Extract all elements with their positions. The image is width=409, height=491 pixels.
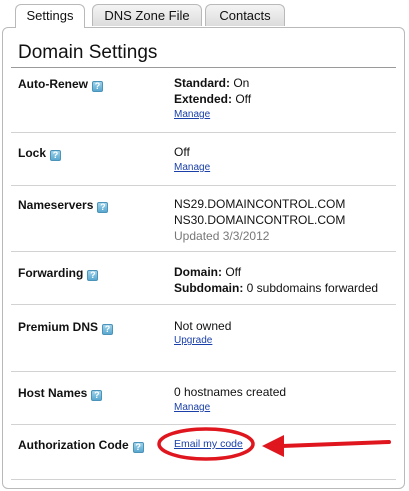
help-icon[interactable]: ? — [132, 442, 144, 453]
help-icon[interactable]: ? — [91, 390, 103, 401]
auto-renew-extended-value: Off — [232, 92, 252, 106]
row-divider — [11, 132, 396, 133]
tab-bar: Settings DNS Zone File Contacts — [0, 0, 409, 28]
lock-label: Lock? — [18, 146, 62, 161]
help-icon[interactable]: ? — [50, 150, 62, 161]
nameservers-updated: Updated 3/3/2012 — [174, 229, 270, 243]
auto-renew-label-text: Auto-Renew — [18, 77, 88, 91]
auto-renew-label: Auto-Renew? — [18, 77, 103, 92]
forwarding-domain-key: Domain: — [174, 265, 222, 279]
auto-renew-standard-key: Standard: — [174, 76, 231, 90]
title-divider — [11, 67, 396, 68]
tab-dns-zone-file[interactable]: DNS Zone File — [92, 4, 202, 26]
forwarding-domain: Domain: Off — [174, 264, 241, 280]
premium-dns-value: Not owned — [174, 319, 232, 333]
host-names-value: 0 hostnames created — [174, 385, 287, 399]
forwarding-domain-value: Off — [222, 265, 242, 279]
forwarding-subdomain-key: Subdomain: — [174, 281, 244, 295]
host-names-manage-link[interactable]: Manage — [174, 402, 210, 413]
domain-settings-panel: Domain Settings Auto-Renew? Standard: On… — [2, 27, 405, 489]
tab-contacts[interactable]: Contacts — [205, 4, 285, 26]
authorization-code-label-text: Authorization Code — [18, 438, 129, 452]
page-title: Domain Settings — [18, 42, 158, 63]
forwarding-subdomain-value: 0 subdomains forwarded — [243, 281, 379, 295]
row-divider — [11, 304, 396, 305]
row-divider — [11, 251, 396, 252]
premium-dns-label: Premium DNS? — [18, 320, 114, 335]
help-icon[interactable]: ? — [97, 202, 109, 213]
email-my-code-link[interactable]: Email my code — [174, 438, 243, 450]
premium-dns-upgrade-link[interactable]: Upgrade — [174, 335, 212, 346]
row-divider — [11, 371, 396, 372]
tab-settings[interactable]: Settings — [15, 4, 85, 28]
nameserver-2: NS30.DOMAINCONTROL.COM — [174, 213, 346, 227]
authorization-code-label: Authorization Code? — [18, 438, 144, 453]
forwarding-label-text: Forwarding — [18, 266, 84, 280]
auto-renew-extended-key: Extended: — [174, 92, 233, 106]
auto-renew-extended: Extended: Off — [174, 91, 251, 107]
lock-label-text: Lock — [18, 146, 47, 160]
row-divider — [11, 185, 396, 186]
lock-value: Off — [174, 145, 190, 159]
help-icon[interactable]: ? — [92, 81, 103, 92]
premium-dns-label-text: Premium DNS — [18, 320, 99, 334]
forwarding-label: Forwarding? — [18, 266, 99, 281]
auto-renew-manage-link[interactable]: Manage — [174, 109, 210, 120]
nameservers-label: Nameservers? — [18, 198, 109, 213]
nameserver-1: NS29.DOMAINCONTROL.COM — [174, 197, 346, 211]
auto-renew-standard-value: On — [230, 76, 250, 90]
forwarding-subdomain: Subdomain: 0 subdomains forwarded — [174, 280, 378, 296]
help-icon[interactable]: ? — [102, 324, 114, 335]
row-divider — [11, 424, 396, 425]
help-icon[interactable]: ? — [87, 270, 99, 281]
nameservers-label-text: Nameservers — [18, 198, 94, 212]
host-names-label: Host Names? — [18, 386, 103, 401]
row-divider — [11, 479, 396, 480]
lock-manage-link[interactable]: Manage — [174, 162, 210, 173]
host-names-label-text: Host Names — [18, 386, 88, 400]
auto-renew-standard: Standard: On — [174, 75, 249, 91]
